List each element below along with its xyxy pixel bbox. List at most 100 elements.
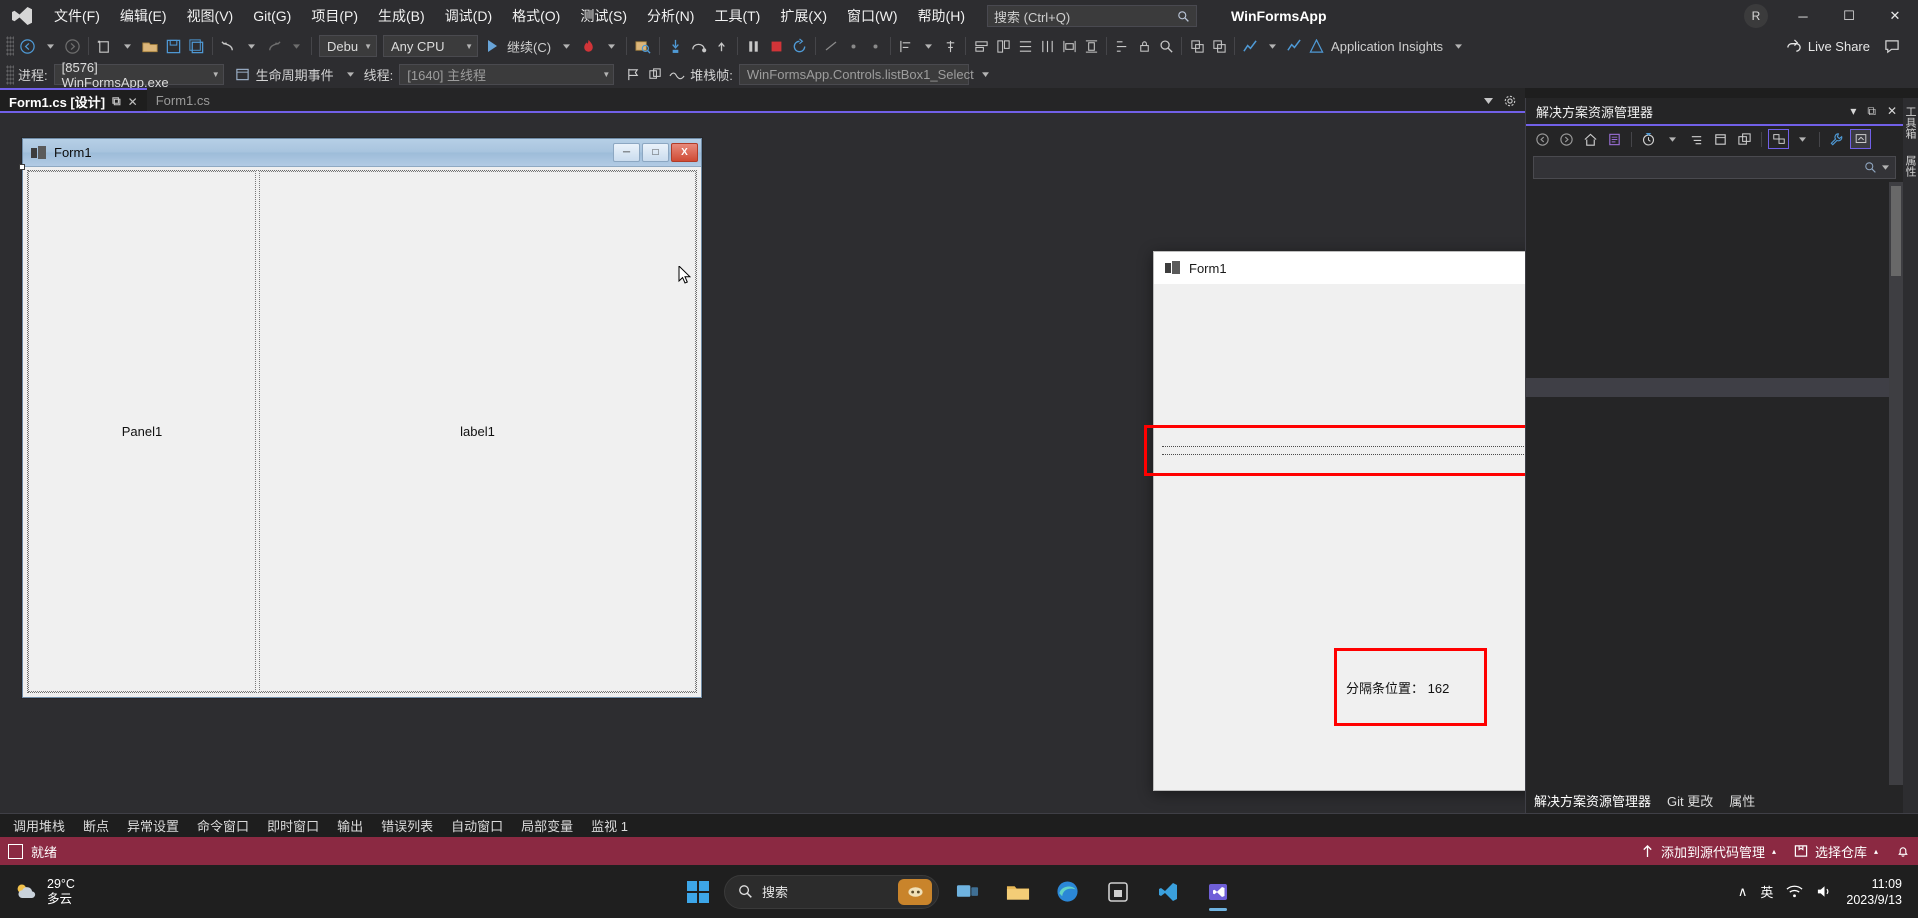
pending-changes-icon[interactable] [1638, 129, 1659, 149]
insights-second-icon[interactable] [1283, 34, 1305, 58]
designer-label1[interactable]: label1 [259, 171, 696, 692]
make-same-width-icon[interactable] [970, 34, 992, 58]
gear-icon[interactable] [1503, 94, 1517, 108]
taskbar-store-button[interactable] [1096, 872, 1139, 912]
collapse-all-icon[interactable] [1686, 129, 1707, 149]
menu-git[interactable]: Git(G) [243, 2, 301, 30]
tray-network-icon[interactable] [1786, 884, 1803, 899]
designer-panel1[interactable]: Panel1 [28, 171, 256, 692]
run-dropdown-icon[interactable] [555, 34, 577, 58]
chevron-down-icon[interactable]: ▾ [1850, 104, 1856, 118]
align-centers-icon[interactable] [939, 34, 961, 58]
preview-selected-items-icon[interactable] [1850, 129, 1871, 149]
step-over-icon[interactable] [687, 34, 710, 58]
navigate-backward-icon[interactable] [16, 34, 39, 58]
solution-properties-icon[interactable] [1604, 129, 1625, 149]
call-stack-wave-icon[interactable] [666, 63, 688, 87]
bring-to-front-icon[interactable] [1186, 34, 1208, 58]
application-insights-dropdown-icon[interactable] [1447, 34, 1469, 58]
stop-debugging-icon[interactable] [765, 34, 788, 58]
menu-help[interactable]: 帮助(H) [908, 2, 975, 30]
window-maximize-button[interactable]: ☐ [1826, 0, 1872, 32]
toolbar-overflow-icon[interactable] [975, 63, 997, 87]
platform-select[interactable]: Any CPU ▼ [383, 35, 478, 57]
step-icon-extra-1[interactable] [820, 34, 842, 58]
footer-tab-properties[interactable]: 属性 [1729, 791, 1755, 810]
forward-icon[interactable] [1556, 129, 1577, 149]
menu-extensions[interactable]: 扩展(X) [770, 2, 837, 30]
menu-view[interactable]: 视图(V) [177, 2, 244, 30]
menu-file[interactable]: 文件(F) [44, 2, 110, 30]
bottom-tab-exception-settings[interactable]: 异常设置 [118, 814, 188, 837]
navigate-backward-dropdown-icon[interactable] [39, 34, 61, 58]
lifecycle-dropdown-icon[interactable] [340, 63, 362, 87]
center-horizontally-icon[interactable] [1058, 34, 1080, 58]
vertical-tab-properties[interactable]: 属性 [1903, 147, 1918, 185]
pin-icon[interactable]: ⧉ [112, 94, 121, 109]
step-icon-extra-2[interactable] [842, 34, 864, 58]
designer-form-body[interactable]: Panel1 label1 [23, 167, 701, 697]
align-lefts-icon[interactable] [895, 34, 917, 58]
refresh-view-icon[interactable] [1734, 129, 1755, 149]
taskbar-vscode-button[interactable] [1146, 872, 1189, 912]
designer-form-titlebar[interactable]: Form1 ─ □ X [23, 139, 701, 167]
taskbar-weather-widget[interactable]: 29°C 多云 [0, 877, 75, 907]
tray-overflow-chevron-icon[interactable]: ∧ [1738, 884, 1748, 900]
pending-changes-dropdown-icon[interactable] [1662, 129, 1683, 149]
redo-dropdown-icon[interactable] [285, 34, 307, 58]
view-class-diagram-icon[interactable] [1768, 129, 1789, 149]
bottom-tab-call-stack[interactable]: 调用堆栈 [4, 814, 74, 837]
debug-toolbar-grip[interactable] [6, 64, 14, 85]
show-all-files-icon[interactable] [1710, 129, 1731, 149]
start-button[interactable] [679, 872, 717, 912]
send-to-back-icon[interactable] [1208, 34, 1230, 58]
taskbar-file-explorer-button[interactable] [996, 872, 1039, 912]
properties-wrench-icon[interactable] [1826, 129, 1847, 149]
bottom-tab-immediate-window[interactable]: 即时窗口 [258, 814, 328, 837]
tab-form1-code[interactable]: Form1.cs [146, 88, 219, 113]
quick-search-input[interactable]: 搜索 (Ctrl+Q) [987, 5, 1197, 27]
solution-explorer-scrollbar[interactable] [1889, 182, 1903, 785]
toolbar-grip[interactable] [6, 36, 14, 56]
tray-language-indicator[interactable]: 英 [1760, 882, 1773, 901]
resize-handle-topleft[interactable] [19, 164, 25, 170]
close-icon[interactable]: ✕ [1887, 104, 1897, 118]
menu-tools[interactable]: 工具(T) [704, 2, 770, 30]
pin-icon[interactable]: ⧉ [1867, 104, 1876, 119]
lock-controls-icon[interactable] [1133, 34, 1155, 58]
tab-order-icon[interactable] [1111, 34, 1133, 58]
build-configuration-select[interactable]: Debug ▼ [319, 35, 377, 57]
application-insights-icon[interactable] [1305, 34, 1327, 58]
new-project-dropdown-icon[interactable] [116, 34, 138, 58]
search-filter-dropdown-icon[interactable] [1882, 165, 1889, 170]
footer-tab-solution-explorer[interactable]: 解决方案资源管理器 [1534, 791, 1651, 810]
continue-button-label[interactable]: 继续(C) [503, 37, 555, 56]
search-highlight-pill-icon[interactable] [898, 878, 932, 905]
view-class-diagram-dropdown-icon[interactable] [1792, 129, 1813, 149]
process-select[interactable]: [8576] WinFormsApp.exe ▼ [53, 60, 224, 90]
continue-run-icon[interactable] [481, 34, 503, 58]
application-insights-label[interactable]: Application Insights [1327, 39, 1447, 54]
back-icon[interactable] [1532, 129, 1553, 149]
zoom-icon[interactable] [1155, 34, 1177, 58]
bottom-tab-breakpoints[interactable]: 断点 [74, 814, 118, 837]
attach-to-process-icon[interactable] [631, 34, 655, 58]
menu-format[interactable]: 格式(O) [502, 2, 570, 30]
insights-chart-icon[interactable] [1239, 34, 1261, 58]
bottom-tab-command-window[interactable]: 命令窗口 [188, 814, 258, 837]
menu-edit[interactable]: 编辑(E) [110, 2, 177, 30]
window-minimize-button[interactable]: ─ [1780, 0, 1826, 32]
make-same-height-icon[interactable] [992, 34, 1014, 58]
hot-reload-dropdown-icon[interactable] [600, 34, 622, 58]
designer-surface[interactable]: Form1 ─ □ X Panel1 label1 Form1 分隔条位置： 1… [0, 113, 1824, 813]
vertical-spacing-icon[interactable] [1036, 34, 1058, 58]
step-out-icon[interactable] [710, 34, 733, 58]
window-close-button[interactable]: ✕ [1872, 0, 1918, 32]
taskbar-visual-studio-button[interactable] [1196, 872, 1239, 912]
live-share-button[interactable]: Live Share [1776, 39, 1880, 54]
tray-volume-icon[interactable] [1816, 884, 1833, 899]
lifecycle-events-icon[interactable] [232, 63, 254, 87]
bottom-tab-watch-1[interactable]: 监视 1 [582, 814, 637, 837]
menu-debug[interactable]: 调试(D) [435, 2, 502, 30]
notifications-button[interactable] [1896, 844, 1910, 859]
